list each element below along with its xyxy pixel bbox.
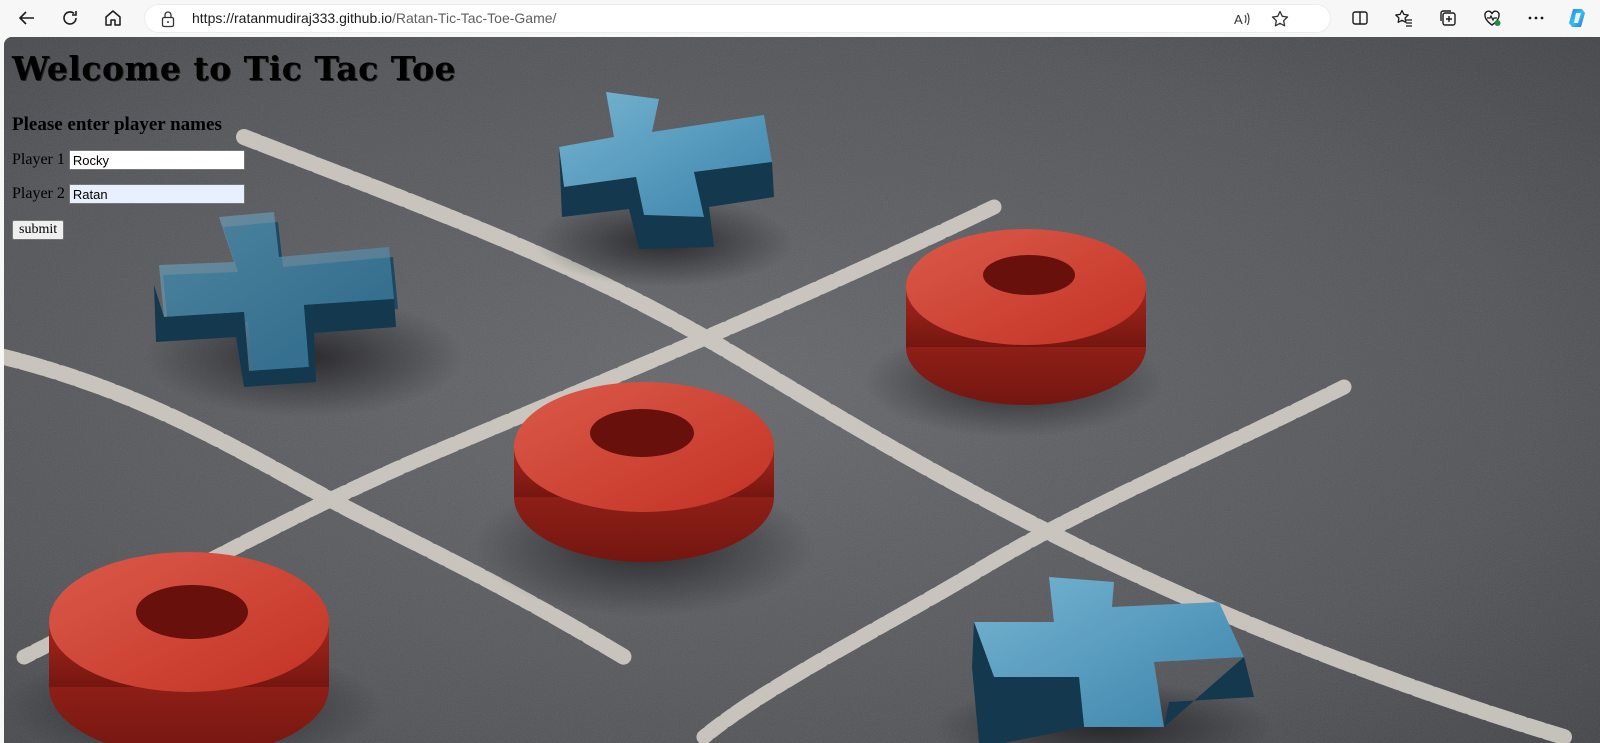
svg-text:A: A — [1234, 12, 1243, 27]
browser-toolbar: https://ratanmudiraj333.github.io/Ratan-… — [0, 0, 1600, 36]
url-text[interactable]: https://ratanmudiraj333.github.io/Ratan-… — [192, 10, 556, 26]
refresh-icon[interactable] — [55, 4, 85, 32]
favorite-star-icon[interactable] — [1270, 9, 1290, 34]
back-icon[interactable] — [12, 4, 42, 32]
player1-row: Player 1 — [12, 150, 456, 170]
url-host: https://ratanmudiraj333.github.io — [192, 10, 393, 26]
address-bar[interactable]: https://ratanmudiraj333.github.io/Ratan-… — [144, 4, 1331, 33]
split-screen-icon[interactable] — [1347, 5, 1373, 31]
home-icon[interactable] — [98, 4, 128, 32]
lock-icon[interactable] — [160, 10, 176, 33]
player1-label: Player 1 — [12, 151, 65, 168]
more-icon[interactable] — [1523, 5, 1549, 31]
page-content: Welcome to Tic Tac Toe Please enter play… — [4, 37, 464, 240]
favorites-icon[interactable] — [1391, 5, 1417, 31]
player2-row: Player 2 — [12, 184, 456, 204]
player1-input[interactable] — [68, 150, 245, 170]
copilot-icon[interactable] — [1566, 5, 1592, 31]
player-names-heading: Please enter player names — [12, 114, 222, 135]
player2-input[interactable] — [68, 184, 245, 204]
read-aloud-icon[interactable]: A — [1232, 9, 1252, 34]
submit-button[interactable]: submit — [12, 220, 65, 240]
browser-essentials-icon[interactable] — [1479, 5, 1505, 31]
page-title: Welcome to Tic Tac Toe — [12, 49, 456, 88]
collections-icon[interactable] — [1435, 5, 1461, 31]
url-path: /Ratan-Tic-Tac-Toe-Game/ — [392, 10, 557, 26]
page-viewport: Welcome to Tic Tac Toe Please enter play… — [4, 37, 1600, 743]
player2-label: Player 2 — [12, 185, 65, 202]
